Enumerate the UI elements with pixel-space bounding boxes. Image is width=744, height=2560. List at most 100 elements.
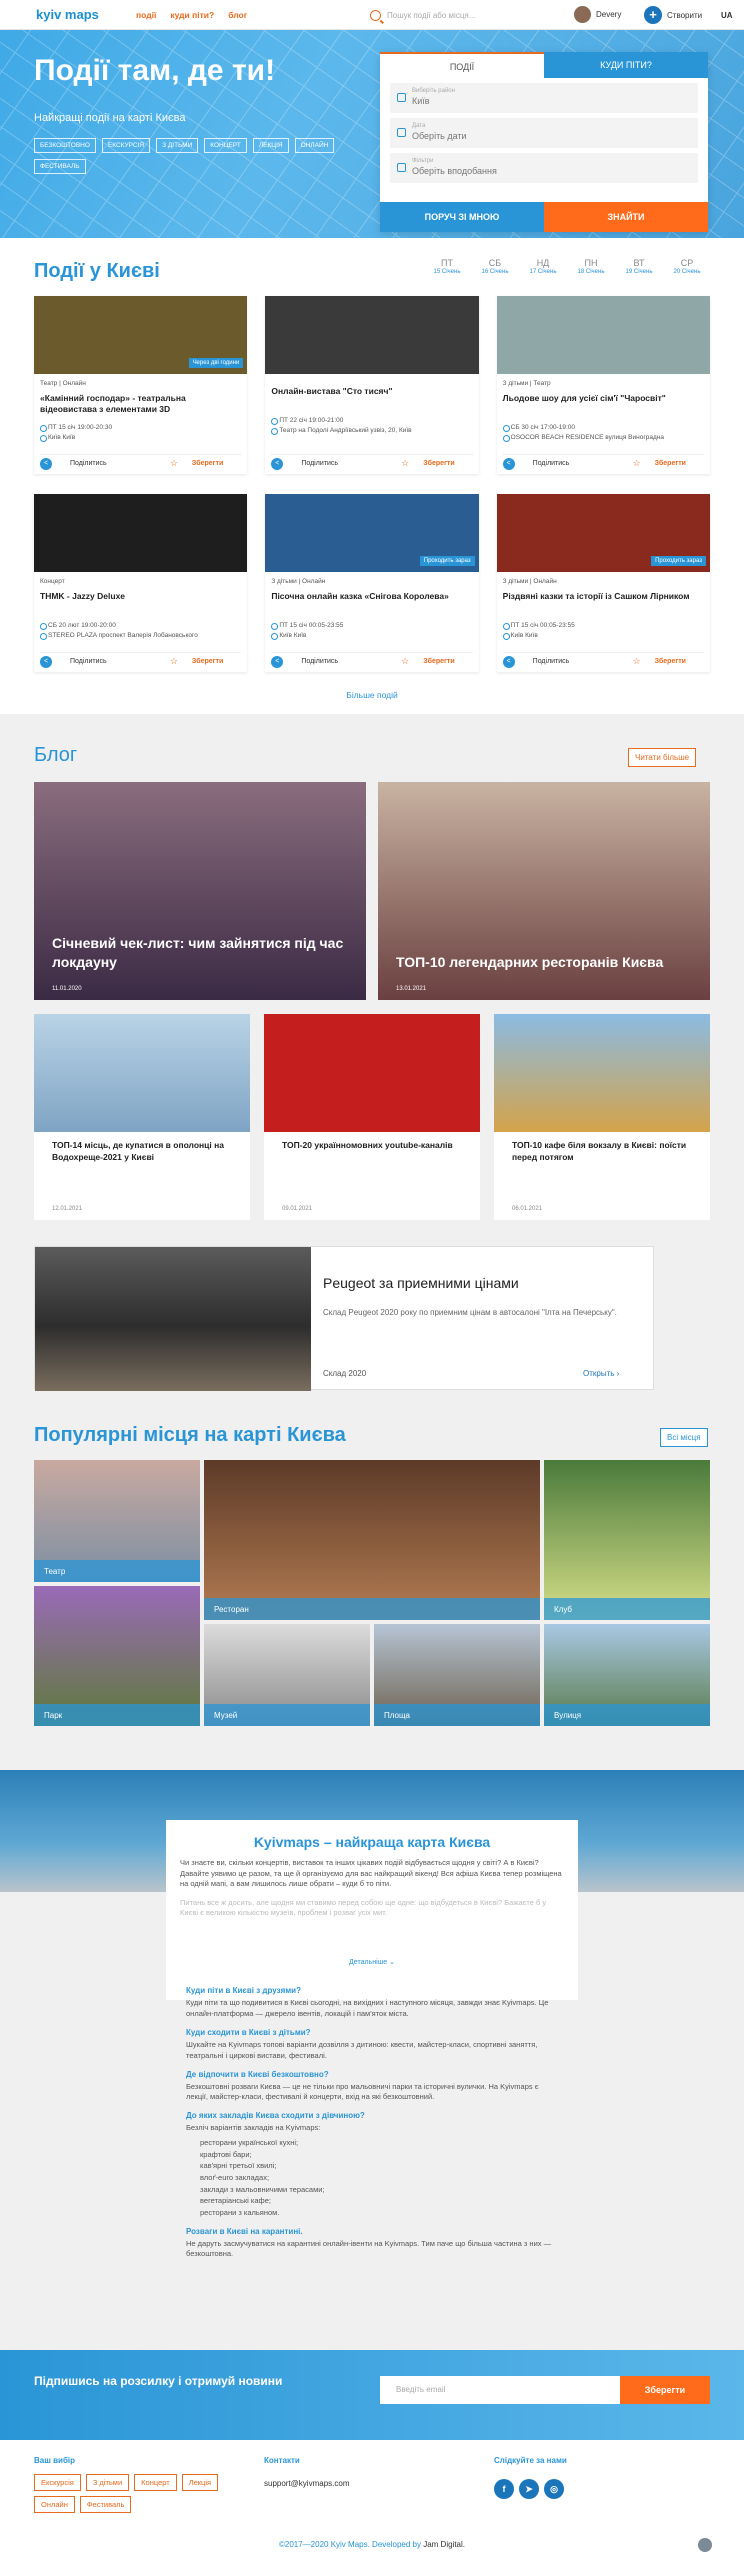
ad-banner[interactable]: Peugeot за приемними цінами Склад Peugeo…: [34, 1246, 654, 1391]
share-icon[interactable]: <: [502, 655, 515, 668]
day-tab[interactable]: ВТ 19 Січень: [622, 258, 656, 275]
event-title[interactable]: Пісочна онлайн казка «Снігова Королева»: [265, 585, 478, 619]
nav-where-to-go[interactable]: куди піти?: [170, 10, 214, 20]
day-tab[interactable]: ПТ 15 Січень: [430, 258, 464, 275]
tag-concert[interactable]: концерт: [204, 138, 247, 153]
tag-excursion[interactable]: екскурсія: [101, 138, 151, 153]
event-title[interactable]: Льодове шоу для усієї сім'ї "Чаросвіт": [497, 387, 710, 421]
footer-chip[interactable]: Концерт: [134, 2474, 177, 2491]
event-card[interactable]: З дітьми | Театр Льодове шоу для усієї с…: [496, 296, 710, 474]
tag-kids[interactable]: з дітьми: [156, 138, 199, 153]
star-icon[interactable]: ☆: [401, 656, 409, 667]
ad-open-link[interactable]: Открыть ›: [583, 1369, 619, 1378]
nearby-button[interactable]: ПОРУЧ ЗІ МНОЮ: [380, 202, 544, 232]
share-icon[interactable]: <: [40, 655, 52, 668]
share-label[interactable]: Поділитись: [533, 460, 570, 467]
save-button[interactable]: Зберегти: [423, 460, 454, 467]
star-icon[interactable]: ☆: [170, 656, 178, 667]
day-tab[interactable]: ПН 18 Січень: [574, 258, 608, 275]
all-places-button[interactable]: Всі місця: [660, 1428, 708, 1447]
share-icon[interactable]: <: [502, 457, 515, 470]
event-card[interactable]: Проходить зараз З дітьми | Онлайн Пісочн…: [265, 494, 479, 672]
more-events-link[interactable]: Більше подій: [0, 690, 744, 700]
star-icon[interactable]: ☆: [401, 458, 409, 469]
share-icon[interactable]: <: [271, 457, 284, 470]
about-card: Kyivmaps – найкраща карта Києва Чи знаєт…: [166, 1820, 578, 2000]
share-label[interactable]: Поділитись: [301, 658, 338, 665]
event-card[interactable]: Через дві години Театр | Онлайн «Камінни…: [34, 296, 248, 474]
save-button[interactable]: Зберегти: [655, 658, 686, 665]
tab-where-to-go[interactable]: КУДИ ПІТИ?: [544, 52, 708, 78]
telegram-icon[interactable]: ➤: [519, 2479, 539, 2499]
share-label[interactable]: Поділитись: [533, 658, 570, 665]
event-card[interactable]: Проходить зараз З дітьми | Онлайн Різдвя…: [496, 494, 710, 672]
list-item: вегетаріанські кафе;: [200, 2196, 271, 2206]
event-title[interactable]: THMK - Jazzy Deluxe: [34, 585, 247, 619]
place-tile-club[interactable]: Клуб: [544, 1460, 710, 1620]
star-icon[interactable]: ☆: [632, 458, 640, 469]
event-title[interactable]: «Камінний господар» - театральна відеови…: [34, 387, 247, 421]
day-tab[interactable]: СР 20 Січень: [670, 258, 704, 275]
share-icon[interactable]: <: [271, 655, 284, 668]
facebook-icon[interactable]: f: [494, 2479, 514, 2499]
save-button[interactable]: Зберегти: [655, 460, 686, 467]
day-tab[interactable]: НД 17 Січень: [526, 258, 560, 275]
place-tile-street[interactable]: Вулиця: [544, 1624, 710, 1726]
place-tile-square[interactable]: Площа: [374, 1624, 540, 1726]
header-search[interactable]: Пошук події або місця...: [370, 7, 550, 23]
tab-events[interactable]: ПОДІЇ: [380, 52, 544, 78]
footer-chip[interactable]: Екскурсія: [34, 2474, 81, 2491]
scroll-top-icon[interactable]: [698, 2538, 712, 2552]
blog-post-featured[interactable]: ТОП-10 легендарних ресторанів Києва 13.0…: [378, 782, 710, 1000]
share-label[interactable]: Поділитись: [70, 460, 107, 467]
user-menu[interactable]: Devery: [574, 6, 621, 23]
blog-post[interactable]: ТОП-10 кафе біля вокзалу в Києві: поїсти…: [494, 1014, 710, 1220]
save-button[interactable]: Зберегти: [423, 658, 454, 665]
footer-chip[interactable]: Фестиваль: [79, 2496, 132, 2513]
footer-chip[interactable]: Онлайн: [34, 2496, 75, 2513]
tag-free[interactable]: безкоштовно: [34, 138, 96, 153]
create-button[interactable]: + Створити: [644, 6, 702, 24]
share-label[interactable]: Поділитись: [301, 460, 338, 467]
read-more-button[interactable]: Читати більше: [628, 748, 697, 767]
date-field[interactable]: Дата Оберіть дати: [390, 118, 698, 148]
share-label[interactable]: Поділитись: [70, 658, 107, 665]
email-field[interactable]: Введіть email: [380, 2376, 620, 2404]
place-tile-theatre[interactable]: Театр: [34, 1460, 200, 1582]
blog-post[interactable]: ТОП-20 українномовних youtube-каналів 09…: [264, 1014, 480, 1220]
save-button[interactable]: Зберегти: [192, 658, 223, 665]
district-field[interactable]: Виберіть район Київ: [390, 83, 698, 113]
event-card[interactable]: Онлайн-вистава "Сто тисяч" ПТ 22 січ 19:…: [265, 296, 479, 474]
place-tile-restaurant[interactable]: Ресторан: [204, 1460, 540, 1620]
instagram-icon[interactable]: ◎: [544, 2479, 564, 2499]
day-name: ПН: [584, 258, 598, 268]
language-switch[interactable]: UA: [721, 11, 733, 20]
find-button[interactable]: ЗНАЙТИ: [544, 202, 708, 232]
subscribe-button[interactable]: Зберегти: [620, 2376, 710, 2404]
tag-festival[interactable]: фестиваль: [34, 159, 86, 174]
footer-chip[interactable]: Лекція: [181, 2474, 219, 2491]
star-icon[interactable]: ☆: [632, 656, 640, 667]
event-title[interactable]: Онлайн-вистава "Сто тисяч": [265, 380, 478, 414]
day-tab[interactable]: СБ 16 Січень: [478, 258, 512, 275]
nav-blog[interactable]: блог: [228, 10, 247, 20]
star-icon[interactable]: ☆: [170, 458, 178, 469]
footer-chip[interactable]: З дітьми: [85, 2474, 130, 2491]
filters-field[interactable]: Фільтри Оберіть вподобання: [390, 153, 698, 183]
share-icon[interactable]: <: [40, 457, 52, 470]
site-logo[interactable]: kyiv maps: [36, 7, 99, 22]
nav-events[interactable]: події: [136, 10, 156, 20]
event-card[interactable]: Концерт THMK - Jazzy Deluxe СБ 20 лют 19…: [34, 494, 248, 672]
developer-link[interactable]: Jam Digital.: [423, 2540, 465, 2549]
details-toggle[interactable]: Детальніше ⌄: [166, 1958, 578, 1966]
contact-email-link[interactable]: support@kyivmaps.com: [264, 2479, 349, 2488]
place-tile-museum[interactable]: Музей: [204, 1624, 370, 1726]
event-title[interactable]: Різдвяні казки та історії із Сашком Лірн…: [497, 585, 710, 619]
save-button[interactable]: Зберегти: [192, 460, 223, 467]
tag-lecture[interactable]: лекція: [252, 138, 289, 153]
tag-online[interactable]: онлайн: [294, 138, 335, 153]
blog-post[interactable]: ТОП-14 місць, де купатися в ополонці на …: [34, 1014, 250, 1220]
blog-post-featured[interactable]: Січневий чек-лист: чим зайнятися під час…: [34, 782, 366, 1000]
search-input[interactable]: Пошук події або місця...: [387, 11, 475, 20]
place-tile-park[interactable]: Парк: [34, 1586, 200, 1726]
